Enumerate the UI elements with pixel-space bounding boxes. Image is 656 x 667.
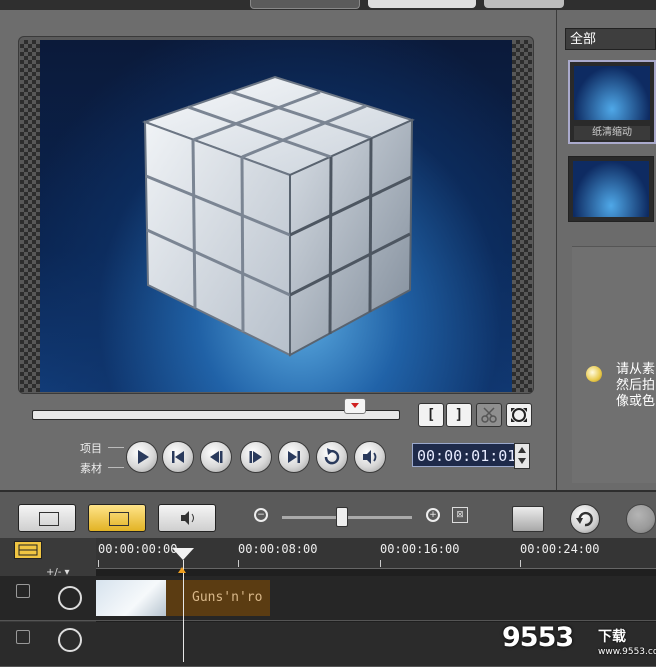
checker-border-right [512, 40, 532, 392]
play-icon [138, 450, 149, 464]
clip-mode-label[interactable]: 素材 [80, 460, 102, 476]
track-lock-icon[interactable] [16, 584, 30, 598]
title-clip[interactable]: Guns'n'ro [166, 580, 270, 616]
film-reel-icon [58, 586, 82, 610]
mark-out-button[interactable]: ] [446, 403, 472, 427]
track-manager-icon [18, 544, 38, 556]
timecode-display[interactable]: 00:00:01:01 [412, 443, 516, 467]
audio-view-button[interactable] [158, 504, 216, 532]
repeat-icon [324, 448, 340, 465]
tab-share[interactable] [484, 0, 564, 8]
ruler-label: 00:00:24:00 [520, 542, 600, 556]
ruler-label: 00:00:16:00 [380, 542, 460, 556]
cube-thumbnail-2 [573, 161, 649, 217]
track-lock-icon-2[interactable] [16, 630, 30, 644]
storyboard-view-button[interactable] [18, 504, 76, 532]
split-clip-button[interactable] [476, 403, 502, 427]
repeat-button[interactable] [316, 441, 348, 473]
zoom-out-icon[interactable]: − [254, 508, 268, 522]
video-clip[interactable] [96, 580, 166, 616]
track-options-button[interactable] [14, 541, 42, 559]
timecode-stepper[interactable] [514, 443, 530, 469]
speaker-icon [363, 450, 377, 464]
preview-window [40, 40, 512, 392]
play-button[interactable] [126, 441, 158, 473]
cube-thumbnail [574, 66, 650, 120]
thumb-caption: 纸清缩动 [574, 126, 650, 140]
project-mode-line [108, 447, 124, 448]
storyboard-icon [39, 512, 59, 526]
undo-icon [576, 511, 593, 527]
watermark-suffix: 下载 [598, 629, 626, 645]
home-button[interactable] [162, 441, 194, 473]
insert-media-folder-icon[interactable] [512, 506, 544, 532]
ruler-tick [380, 560, 381, 567]
undo-button[interactable] [570, 504, 600, 534]
redo-button[interactable] [626, 504, 656, 534]
scrub-handle[interactable] [344, 398, 366, 414]
previous-frame-button[interactable] [200, 441, 232, 473]
fit-project-icon[interactable]: ⊠ [452, 507, 468, 523]
lightbulb-icon [586, 366, 602, 382]
ruler-label: 00:00:00:00 [98, 542, 178, 556]
ruler-tick [98, 560, 99, 567]
zoom-in-icon[interactable]: + [426, 508, 440, 522]
checker-border-left [20, 40, 40, 392]
playhead-marker [178, 567, 186, 573]
playhead-line[interactable] [183, 560, 184, 662]
hint-line-3: 像或色 [616, 394, 656, 409]
watermark-url: www.9553.com [598, 647, 656, 657]
scissors-icon [481, 407, 497, 423]
ruler-tick [520, 560, 521, 567]
skip-start-icon [172, 451, 184, 463]
skip-end-icon [288, 451, 300, 463]
mark-in-button[interactable]: [ [418, 403, 444, 427]
enlarge-icon [511, 408, 527, 422]
volume-button[interactable] [354, 441, 386, 473]
ruler-label: 00:00:08:00 [238, 542, 318, 556]
library-thumb-1[interactable]: 纸清缩动 [568, 60, 656, 144]
zoom-slider-knob[interactable] [336, 507, 348, 527]
tab-capture[interactable] [250, 0, 360, 9]
library-thumb-2[interactable] [568, 156, 654, 222]
fullscreen-button[interactable] [506, 403, 532, 427]
timeline-view-button[interactable] [88, 504, 146, 532]
step-forward-icon [249, 451, 262, 463]
tab-edit[interactable] [368, 0, 476, 8]
step-back-icon [210, 451, 223, 463]
playhead-handle[interactable] [172, 548, 194, 560]
rubiks-cube-icon [142, 75, 415, 357]
film-reel-icon-2 [58, 628, 82, 652]
clip-mode-line [108, 467, 124, 468]
library-category-select[interactable]: 全部 [565, 28, 656, 50]
end-button[interactable] [278, 441, 310, 473]
ruler-tick [238, 560, 239, 567]
audio-icon [181, 511, 194, 525]
watermark-logo: 9553 [502, 622, 574, 653]
project-mode-label[interactable]: 项目 [80, 440, 102, 456]
next-frame-button[interactable] [240, 441, 272, 473]
timeline-icon [109, 512, 129, 526]
